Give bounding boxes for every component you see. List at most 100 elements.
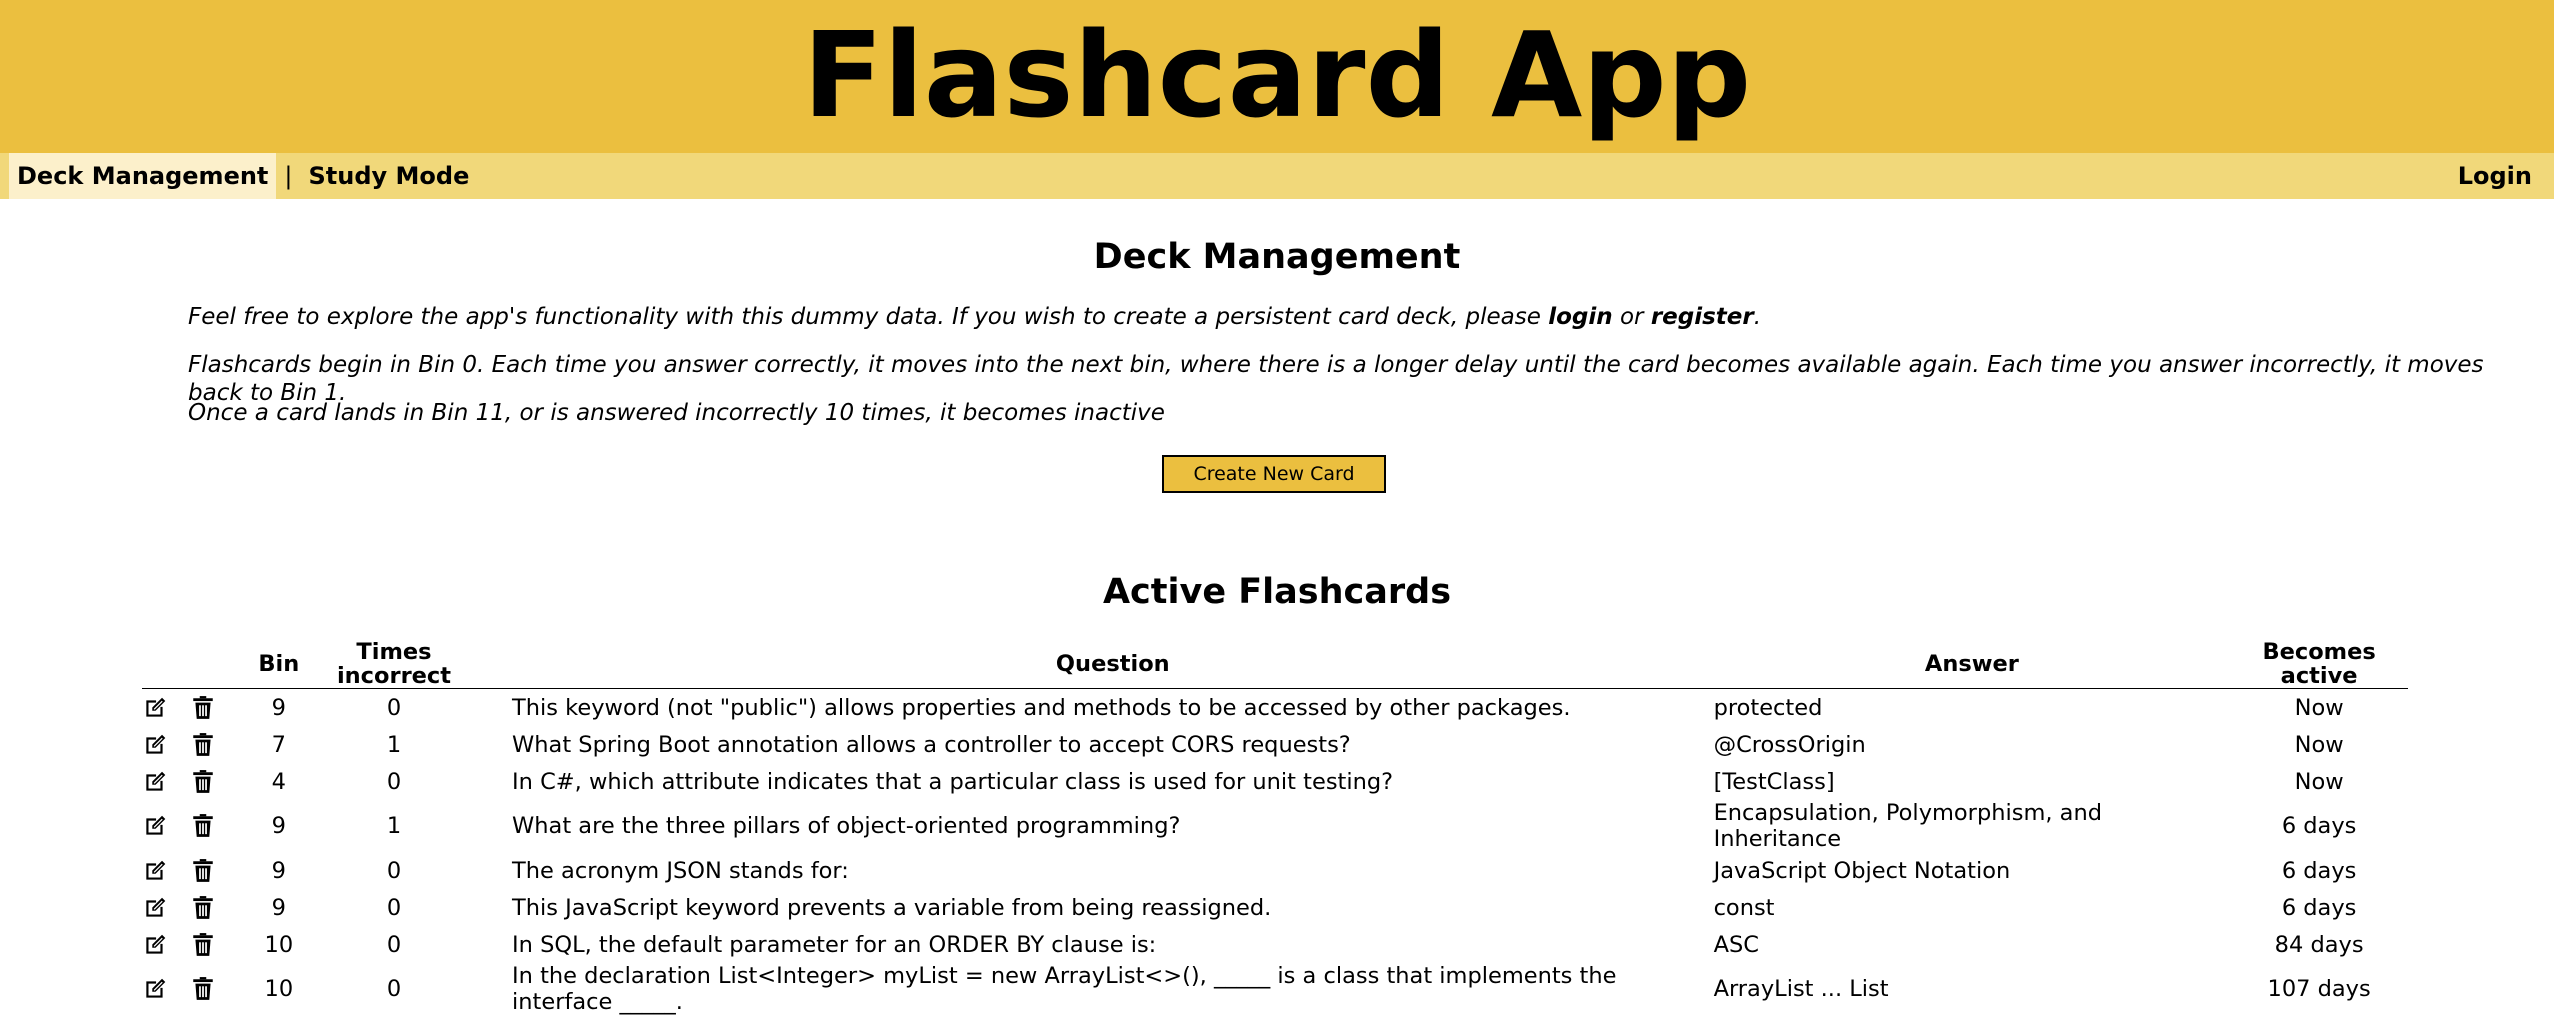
edit-icon[interactable] bbox=[142, 732, 168, 758]
cell-becomes-active: Now bbox=[2230, 726, 2408, 763]
cell-bin: 9 bbox=[258, 889, 300, 926]
cell-question: This JavaScript keyword prevents a varia… bbox=[488, 889, 1714, 926]
cell-bin: 9 bbox=[258, 852, 300, 889]
cell-becomes-active: 84 days bbox=[2230, 926, 2408, 963]
active-flashcards-heading: Active Flashcards bbox=[0, 572, 2554, 612]
cell-times-incorrect: 0 bbox=[300, 926, 488, 963]
nav-study-mode[interactable]: Study Mode bbox=[301, 153, 478, 199]
cell-answer: const bbox=[1714, 889, 2231, 926]
cell-question: In SQL, the default parameter for an ORD… bbox=[488, 926, 1714, 963]
edit-cell bbox=[142, 689, 190, 727]
cell-times-incorrect: 1 bbox=[300, 726, 488, 763]
cell-becomes-active: 6 days bbox=[2230, 852, 2408, 889]
table-row: 90This keyword (not "public") allows pro… bbox=[142, 689, 2408, 727]
cell-times-incorrect: 0 bbox=[300, 852, 488, 889]
table-row: 71What Spring Boot annotation allows a c… bbox=[142, 726, 2408, 763]
cell-question: In C#, which attribute indicates that a … bbox=[488, 763, 1714, 800]
trash-icon[interactable] bbox=[190, 895, 216, 921]
nav-deck-management[interactable]: Deck Management bbox=[9, 153, 276, 199]
header-answer: Answer bbox=[1714, 640, 2231, 689]
trash-icon[interactable] bbox=[190, 858, 216, 884]
edit-icon[interactable] bbox=[142, 769, 168, 795]
delete-cell bbox=[190, 726, 258, 763]
intro-text: Feel free to explore the app's functiona… bbox=[188, 303, 2488, 447]
edit-cell bbox=[142, 763, 190, 800]
edit-cell bbox=[142, 889, 190, 926]
cell-times-incorrect: 0 bbox=[300, 963, 488, 1015]
cell-question: What Spring Boot annotation allows a con… bbox=[488, 726, 1714, 763]
cell-answer: ASC bbox=[1714, 926, 2231, 963]
cell-becomes-active: Now bbox=[2230, 689, 2408, 727]
edit-icon[interactable] bbox=[142, 813, 168, 839]
table-row: 100In SQL, the default parameter for an … bbox=[142, 926, 2408, 963]
intro-text-part: . bbox=[1754, 304, 1761, 330]
cell-question: This keyword (not "public") allows prope… bbox=[488, 689, 1714, 727]
delete-cell bbox=[190, 763, 258, 800]
delete-cell bbox=[190, 852, 258, 889]
cell-bin: 9 bbox=[258, 689, 300, 727]
trash-icon[interactable] bbox=[190, 976, 216, 1002]
edit-icon[interactable] bbox=[142, 976, 168, 1002]
trash-icon[interactable] bbox=[190, 732, 216, 758]
deck-management-heading: Deck Management bbox=[0, 237, 2554, 277]
app-title: Flashcard App bbox=[0, 0, 2554, 150]
intro-paragraph-3: Once a card lands in Bin 11, or is answe… bbox=[188, 399, 2488, 447]
table-body: 90This keyword (not "public") allows pro… bbox=[142, 689, 2408, 1015]
cell-bin: 4 bbox=[258, 763, 300, 800]
header-becomes-active: Becomes active bbox=[2230, 640, 2408, 689]
cell-question: The acronym JSON stands for: bbox=[488, 852, 1714, 889]
cell-bin: 7 bbox=[258, 726, 300, 763]
header-bin: Bin bbox=[258, 640, 300, 689]
edit-cell bbox=[142, 726, 190, 763]
edit-icon[interactable] bbox=[142, 932, 168, 958]
cell-bin: 10 bbox=[258, 926, 300, 963]
flashcards-table: Bin Times incorrect Question Answer Beco… bbox=[142, 640, 2408, 1015]
cell-answer: JavaScript Object Notation bbox=[1714, 852, 2231, 889]
cell-becomes-active: 107 days bbox=[2230, 963, 2408, 1015]
table-row: 90This JavaScript keyword prevents a var… bbox=[142, 889, 2408, 926]
header-times-incorrect: Times incorrect bbox=[300, 640, 488, 689]
trash-icon[interactable] bbox=[190, 769, 216, 795]
nav-separator: | bbox=[276, 162, 300, 190]
nav-login[interactable]: Login bbox=[2458, 153, 2532, 199]
cell-times-incorrect: 0 bbox=[300, 889, 488, 926]
cell-answer: Encapsulation, Polymorphism, and Inherit… bbox=[1714, 800, 2231, 852]
cell-answer: ArrayList ... List bbox=[1714, 963, 2231, 1015]
cell-becomes-active: 6 days bbox=[2230, 889, 2408, 926]
cell-becomes-active: 6 days bbox=[2230, 800, 2408, 852]
nav-bar: Deck Management | Study Mode Login bbox=[0, 153, 2554, 199]
edit-icon[interactable] bbox=[142, 858, 168, 884]
table-row: 90The acronym JSON stands for:JavaScript… bbox=[142, 852, 2408, 889]
cell-bin: 9 bbox=[258, 800, 300, 852]
trash-icon[interactable] bbox=[190, 695, 216, 721]
delete-cell bbox=[190, 926, 258, 963]
trash-icon[interactable] bbox=[190, 932, 216, 958]
intro-paragraph-2: Flashcards begin in Bin 0. Each time you… bbox=[188, 351, 2488, 399]
table-row: 100In the declaration List<Integer> myLi… bbox=[142, 963, 2408, 1015]
edit-cell bbox=[142, 852, 190, 889]
delete-cell bbox=[190, 889, 258, 926]
cell-answer: protected bbox=[1714, 689, 2231, 727]
cell-times-incorrect: 0 bbox=[300, 689, 488, 727]
delete-cell bbox=[190, 963, 258, 1015]
app-banner: Flashcard App bbox=[0, 0, 2554, 153]
register-link[interactable]: register bbox=[1651, 304, 1754, 330]
delete-cell bbox=[190, 800, 258, 852]
intro-paragraph-1: Feel free to explore the app's functiona… bbox=[188, 303, 2488, 351]
cell-becomes-active: Now bbox=[2230, 763, 2408, 800]
table-row: 91What are the three pillars of object-o… bbox=[142, 800, 2408, 852]
cell-question: In the declaration List<Integer> myList … bbox=[488, 963, 1714, 1015]
cell-answer: @CrossOrigin bbox=[1714, 726, 2231, 763]
cell-times-incorrect: 1 bbox=[300, 800, 488, 852]
edit-icon[interactable] bbox=[142, 695, 168, 721]
delete-cell bbox=[190, 689, 258, 727]
create-new-card-button[interactable]: Create New Card bbox=[1162, 455, 1386, 493]
header-question: Question bbox=[488, 640, 1714, 689]
header-edit-blank bbox=[142, 640, 190, 689]
login-link[interactable]: login bbox=[1548, 304, 1612, 330]
trash-icon[interactable] bbox=[190, 813, 216, 839]
edit-cell bbox=[142, 800, 190, 852]
cell-answer: [TestClass] bbox=[1714, 763, 2231, 800]
cell-question: What are the three pillars of object-ori… bbox=[488, 800, 1714, 852]
edit-icon[interactable] bbox=[142, 895, 168, 921]
